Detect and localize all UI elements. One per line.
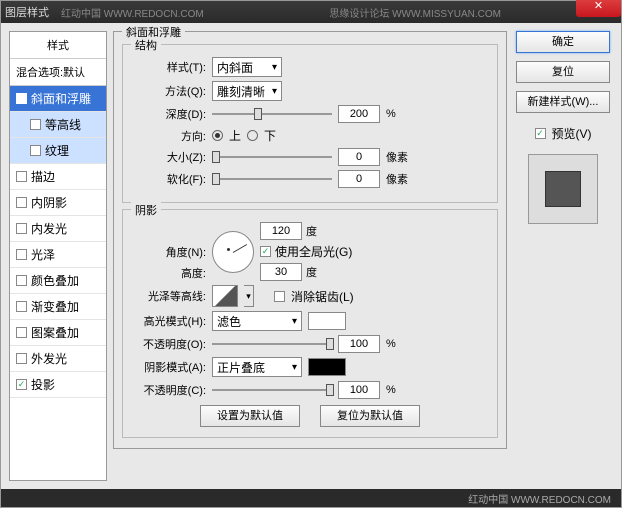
direction-down-radio[interactable] bbox=[247, 130, 258, 141]
blending-options[interactable]: 混合选项:默认 bbox=[10, 59, 106, 86]
bevel-group: 斜面和浮雕 结构 样式(T):内斜面 方法(Q):雕刻清晰 深度(D):200%… bbox=[113, 31, 507, 449]
checkbox-icon[interactable] bbox=[30, 119, 41, 130]
main-panel: 斜面和浮雕 结构 样式(T):内斜面 方法(Q):雕刻清晰 深度(D):200%… bbox=[113, 31, 507, 481]
cancel-button[interactable]: 复位 bbox=[516, 61, 610, 83]
checkbox-icon[interactable] bbox=[16, 249, 27, 260]
size-slider[interactable] bbox=[212, 148, 332, 166]
shadow-mode-select[interactable]: 正片叠底 bbox=[212, 357, 302, 377]
checkbox-icon[interactable] bbox=[16, 379, 27, 390]
sidebar-item-outer-glow[interactable]: 外发光 bbox=[10, 346, 106, 372]
technique-select[interactable]: 雕刻清晰 bbox=[212, 81, 282, 101]
new-style-button[interactable]: 新建样式(W)... bbox=[516, 91, 610, 113]
sidebar-item-inner-shadow[interactable]: 内阴影 bbox=[10, 190, 106, 216]
shading-title: 阴影 bbox=[131, 202, 161, 218]
preview-swatch bbox=[545, 171, 581, 207]
gloss-contour[interactable] bbox=[212, 285, 238, 307]
antialias-checkbox[interactable] bbox=[274, 291, 285, 302]
highlight-color-swatch[interactable] bbox=[308, 312, 346, 330]
gloss-contour-dropdown[interactable]: ▾ bbox=[244, 285, 254, 307]
soften-slider[interactable] bbox=[212, 170, 332, 188]
highlight-opacity-slider[interactable] bbox=[212, 335, 332, 353]
sidebar-item-color-overlay[interactable]: 颜色叠加 bbox=[10, 268, 106, 294]
angle-control[interactable] bbox=[212, 231, 254, 273]
size-input[interactable]: 0 bbox=[338, 148, 380, 166]
checkbox-icon[interactable] bbox=[16, 223, 27, 234]
direction-up-radio[interactable] bbox=[212, 130, 223, 141]
sidebar-header: 样式 bbox=[10, 32, 106, 59]
checkbox-icon[interactable] bbox=[16, 93, 27, 104]
sidebar-item-contour[interactable]: 等高线 bbox=[10, 112, 106, 138]
structure-group: 结构 样式(T):内斜面 方法(Q):雕刻清晰 深度(D):200% 方向:上下… bbox=[122, 44, 498, 203]
sidebar-item-stroke[interactable]: 描边 bbox=[10, 164, 106, 190]
ok-button[interactable]: 确定 bbox=[516, 31, 610, 53]
angle-input[interactable]: 120 bbox=[260, 222, 302, 240]
reset-default-button[interactable]: 复位为默认值 bbox=[320, 405, 420, 427]
shadow-color-swatch[interactable] bbox=[308, 358, 346, 376]
styles-sidebar: 样式 混合选项:默认 斜面和浮雕 等高线 纹理 描边 内阴影 内发光 光泽 颜色… bbox=[9, 31, 107, 481]
watermark: 思缘设计论坛 WWW.MISSYUAN.COM bbox=[329, 5, 501, 20]
preview-box bbox=[528, 154, 598, 224]
dialog-title: 图层样式 bbox=[5, 4, 49, 20]
sidebar-item-bevel[interactable]: 斜面和浮雕 bbox=[10, 86, 106, 112]
checkbox-icon[interactable] bbox=[16, 197, 27, 208]
sidebar-item-gradient-overlay[interactable]: 渐变叠加 bbox=[10, 294, 106, 320]
sidebar-item-satin[interactable]: 光泽 bbox=[10, 242, 106, 268]
watermark: 红动中国 WWW.REDOCN.COM bbox=[61, 5, 204, 20]
checkbox-icon[interactable] bbox=[16, 301, 27, 312]
altitude-input[interactable]: 30 bbox=[260, 263, 302, 281]
sidebar-item-inner-glow[interactable]: 内发光 bbox=[10, 216, 106, 242]
style-select[interactable]: 内斜面 bbox=[212, 57, 282, 77]
shadow-opacity-input[interactable]: 100 bbox=[338, 381, 380, 399]
sidebar-item-drop-shadow[interactable]: 投影 bbox=[10, 372, 106, 398]
close-button[interactable]: ✕ bbox=[576, 0, 621, 17]
shading-group: 阴影 角度(N): 120度 使用全局光(G) 30度 高度: 光泽等高线:▾消… bbox=[122, 209, 498, 438]
titlebar[interactable]: 图层样式 红动中国 WWW.REDOCN.COM 思缘设计论坛 WWW.MISS… bbox=[1, 1, 621, 23]
sidebar-item-texture[interactable]: 纹理 bbox=[10, 138, 106, 164]
global-light-checkbox[interactable] bbox=[260, 246, 271, 257]
highlight-opacity-input[interactable]: 100 bbox=[338, 335, 380, 353]
sidebar-item-pattern-overlay[interactable]: 图案叠加 bbox=[10, 320, 106, 346]
preview-checkbox[interactable] bbox=[535, 128, 546, 139]
structure-title: 结构 bbox=[131, 37, 161, 53]
soften-input[interactable]: 0 bbox=[338, 170, 380, 188]
right-panel: 确定 复位 新建样式(W)... 预览(V) bbox=[513, 31, 613, 481]
checkbox-icon[interactable] bbox=[16, 353, 27, 364]
checkbox-icon[interactable] bbox=[16, 327, 27, 338]
highlight-mode-select[interactable]: 滤色 bbox=[212, 311, 302, 331]
checkbox-icon[interactable] bbox=[16, 171, 27, 182]
depth-slider[interactable] bbox=[212, 105, 332, 123]
depth-input[interactable]: 200 bbox=[338, 105, 380, 123]
layer-style-dialog: 图层样式 红动中国 WWW.REDOCN.COM 思缘设计论坛 WWW.MISS… bbox=[0, 0, 622, 508]
footer-watermark: 红动中国 WWW.REDOCN.COM bbox=[1, 489, 621, 507]
checkbox-icon[interactable] bbox=[30, 145, 41, 156]
checkbox-icon[interactable] bbox=[16, 275, 27, 286]
set-default-button[interactable]: 设置为默认值 bbox=[200, 405, 300, 427]
shadow-opacity-slider[interactable] bbox=[212, 381, 332, 399]
